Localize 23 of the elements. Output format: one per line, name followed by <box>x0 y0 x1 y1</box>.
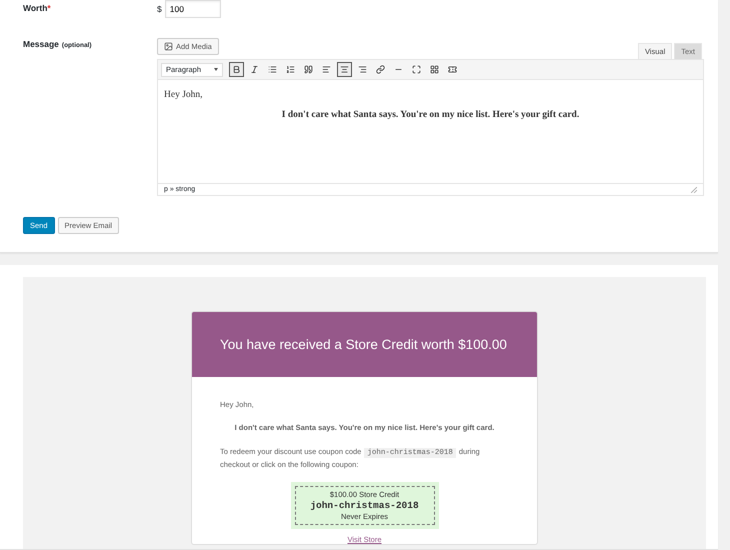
email-heading: You have received a Store Credit worth $100.00 <box>192 312 537 377</box>
grid-icon <box>430 65 439 74</box>
editor-paragraph: I don't care what Santa says. You're on my nice list. Here's your gift card. <box>280 110 580 120</box>
toolbar-button[interactable] <box>229 62 244 77</box>
worth-input[interactable]: 100 <box>164 0 221 18</box>
bold-icon <box>232 65 241 74</box>
italic-icon <box>250 65 259 74</box>
align-right-icon <box>358 65 367 74</box>
resize-grip-icon <box>691 186 697 192</box>
fullscreen-icon <box>412 65 421 74</box>
coupon-code: john-christmas-2018 <box>309 500 420 511</box>
align-center-icon <box>340 65 349 74</box>
ticket-icon <box>448 65 457 74</box>
media-icon <box>164 42 173 51</box>
quote-icon <box>304 65 313 74</box>
toolbar-button[interactable] <box>337 62 352 77</box>
align-left-icon <box>322 65 331 74</box>
editor-paragraph: Hey John, <box>164 90 204 100</box>
link-icon <box>376 65 385 74</box>
currency-symbol: $ <box>157 4 162 14</box>
numbered-list-icon <box>286 65 295 74</box>
bulleted-list-icon <box>268 65 277 74</box>
field-label: Worth* <box>23 2 52 13</box>
